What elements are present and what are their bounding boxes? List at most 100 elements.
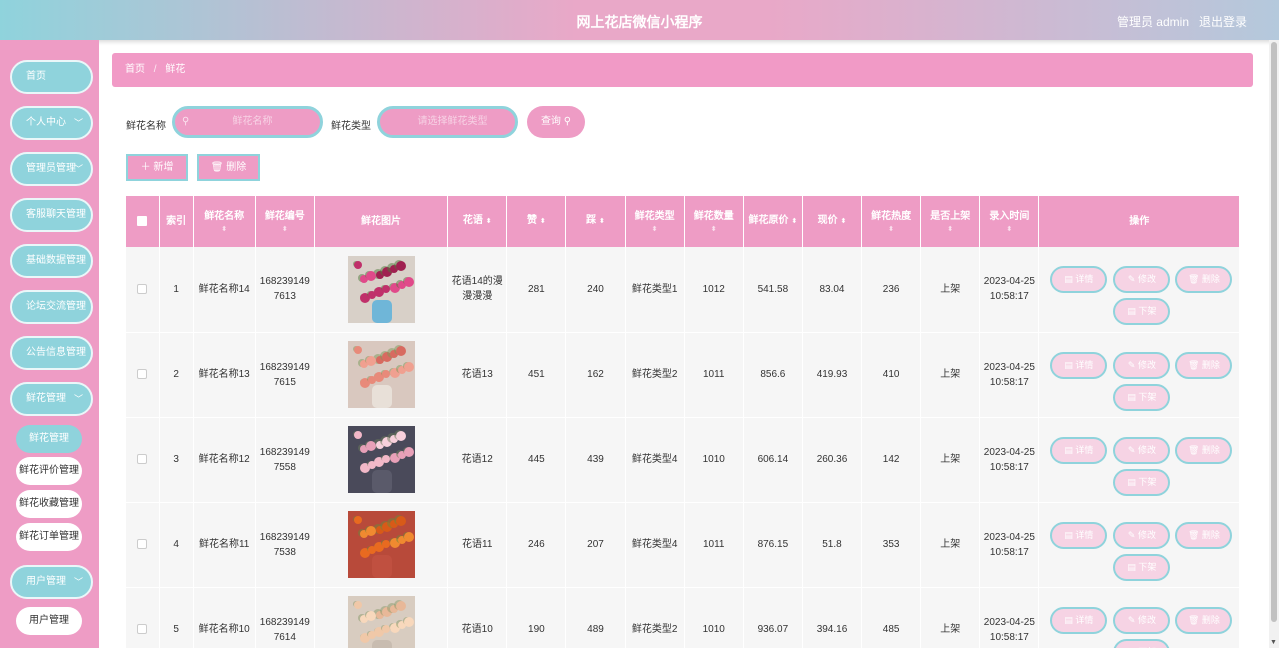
- sidebar-item-flowers[interactable]: 鲜花管理 ﹀: [10, 382, 93, 416]
- select-all-checkbox[interactable]: [137, 215, 148, 226]
- header-heat[interactable]: 鲜花热度 ⬍: [861, 196, 922, 247]
- sidebar-item-notice[interactable]: 公告信息管理: [10, 336, 93, 370]
- sidebar-item-basic-data[interactable]: 基础数据管理: [10, 244, 93, 278]
- cell-name: 鲜花名称12: [193, 417, 256, 503]
- flower-type-select[interactable]: 请选择鲜花类型: [377, 106, 518, 138]
- sidebar-sub-flower-order[interactable]: 鲜花订单管理: [16, 523, 82, 551]
- cell-qty: 1011: [684, 332, 744, 418]
- delete-button[interactable]: 🗑 删除: [197, 154, 260, 181]
- edit-button[interactable]: ✎ 修改: [1113, 351, 1171, 379]
- cell-code: 1682391497613: [255, 247, 315, 333]
- breadcrumb-home[interactable]: 首页: [125, 64, 145, 75]
- row-delete-button[interactable]: 🗑 删除: [1175, 606, 1233, 634]
- search-button[interactable]: 查询 ⚲: [527, 106, 585, 138]
- header-price[interactable]: 现价 ⬍: [802, 196, 863, 247]
- cell-heat: 485: [861, 587, 922, 648]
- cell-code: 1682391497614: [255, 587, 315, 648]
- sidebar-item-forum[interactable]: 论坛交流管理: [10, 290, 93, 324]
- cell-name: 鲜花名称11: [193, 502, 256, 588]
- cell-time: 2023-04-25 10:58:17: [979, 502, 1040, 588]
- sort-icon[interactable]: ⬍: [258, 226, 312, 234]
- detail-button[interactable]: ▤ 详情: [1050, 606, 1108, 634]
- sidebar-item-chat[interactable]: 客服聊天管理: [10, 198, 93, 232]
- offshelf-button[interactable]: ▤ 下架: [1113, 553, 1171, 581]
- sidebar-sub-flower-review[interactable]: 鲜花评价管理: [16, 457, 82, 485]
- sort-icon[interactable]: ⬍: [540, 218, 546, 225]
- flower-photo[interactable]: [347, 511, 415, 578]
- offshelf-button[interactable]: ▤ 下架: [1113, 298, 1171, 326]
- sort-icon[interactable]: ⬍: [628, 226, 682, 234]
- row-checkbox[interactable]: [137, 539, 148, 550]
- flower-name-input[interactable]: ⚲ 鲜花名称: [172, 106, 323, 138]
- detail-button[interactable]: ▤ 详情: [1050, 436, 1108, 464]
- sort-icon[interactable]: ⬍: [982, 226, 1036, 234]
- row-delete-button[interactable]: 🗑 删除: [1175, 351, 1233, 379]
- cell-name: 鲜花名称10: [193, 587, 256, 648]
- header-like[interactable]: 赞 ⬍: [506, 196, 567, 247]
- flower-photo[interactable]: [347, 596, 415, 648]
- sidebar-item-profile[interactable]: 个人中心 ﹀: [10, 106, 93, 140]
- detail-button[interactable]: ▤ 详情: [1050, 266, 1108, 294]
- document-icon: ▤: [1064, 444, 1073, 455]
- flower-photo[interactable]: [347, 341, 415, 408]
- offshelf-button[interactable]: ▤ 下架: [1113, 638, 1171, 648]
- sort-icon[interactable]: ⬍: [486, 218, 492, 225]
- header-dislike[interactable]: 踩 ⬍: [565, 196, 626, 247]
- row-checkbox[interactable]: [137, 284, 148, 295]
- edit-button[interactable]: ✎ 修改: [1113, 436, 1171, 464]
- header-qty[interactable]: 鲜花数量 ⬍: [684, 196, 744, 247]
- row-select-cell: [126, 417, 160, 503]
- edit-button[interactable]: ✎ 修改: [1113, 521, 1171, 549]
- header-name[interactable]: 鲜花名称 ⬍: [193, 196, 256, 247]
- detail-button[interactable]: ▤ 详情: [1050, 351, 1108, 379]
- cell-like: 190: [506, 587, 567, 648]
- edit-button[interactable]: ✎ 修改: [1113, 266, 1171, 294]
- sort-icon[interactable]: ⬍: [687, 226, 741, 234]
- header-code[interactable]: 鲜花编号 ⬍: [255, 196, 315, 247]
- row-delete-button[interactable]: 🗑 删除: [1175, 436, 1233, 464]
- table-row: 1 鲜花名称14 1682391497613 花语14的漫漫漫漫 281 240…: [126, 247, 1240, 333]
- row-delete-button[interactable]: 🗑 删除: [1175, 266, 1233, 294]
- scrollbar-thumb[interactable]: [1271, 42, 1277, 622]
- cell-orig-price: 936.07: [743, 587, 803, 648]
- scroll-down-arrow-icon[interactable]: ▼: [1270, 639, 1277, 646]
- sidebar-sub-flower-favorite[interactable]: 鲜花收藏管理: [16, 490, 82, 518]
- logout-link[interactable]: 退出登录: [1199, 13, 1247, 30]
- header-ops: 操作: [1038, 196, 1240, 247]
- row-checkbox[interactable]: [137, 454, 148, 465]
- header-time[interactable]: 录入时间 ⬍: [979, 196, 1040, 247]
- sidebar-item-admin[interactable]: 管理员管理 ﹀: [10, 152, 93, 186]
- row-checkbox[interactable]: [137, 624, 148, 635]
- sort-icon[interactable]: ⬍: [864, 226, 918, 234]
- add-button[interactable]: ＋ 新增: [126, 154, 188, 181]
- sort-icon[interactable]: ⬍: [840, 218, 846, 225]
- page-scrollbar[interactable]: ▼: [1269, 40, 1279, 648]
- sort-icon[interactable]: ⬍: [599, 218, 605, 225]
- sidebar-item-home[interactable]: 首页: [10, 60, 93, 94]
- offshelf-button[interactable]: ▤ 下架: [1113, 383, 1171, 411]
- header-type[interactable]: 鲜花类型 ⬍: [625, 196, 685, 247]
- sort-icon[interactable]: ⬍: [196, 226, 253, 234]
- row-checkbox[interactable]: [137, 369, 148, 380]
- document-icon: ▤: [1064, 359, 1073, 370]
- sort-icon[interactable]: ⬍: [923, 226, 977, 234]
- detail-button[interactable]: ▤ 详情: [1050, 521, 1108, 549]
- header-huayu[interactable]: 花语 ⬍: [447, 196, 508, 247]
- row-delete-button[interactable]: 🗑 删除: [1175, 521, 1233, 549]
- sidebar-sub-flower-manage[interactable]: 鲜花管理: [16, 425, 82, 453]
- edit-button[interactable]: ✎ 修改: [1113, 606, 1171, 634]
- header-index[interactable]: 索引: [159, 196, 194, 247]
- sort-icon[interactable]: ⬍: [791, 218, 797, 225]
- sidebar-item-users[interactable]: 用户管理 ﹀: [10, 565, 93, 599]
- sidebar-sub-user-manage[interactable]: 用户管理: [16, 607, 82, 635]
- header-onshelf[interactable]: 是否上架 ⬍: [920, 196, 981, 247]
- table-header-row: 索引 鲜花名称 ⬍ 鲜花编号 ⬍ 鲜花图片 花语 ⬍ 赞 ⬍ 踩 ⬍ 鲜花类型 ⬍ 鲜…: [126, 196, 1240, 247]
- offshelf-button[interactable]: ▤ 下架: [1113, 468, 1171, 496]
- flower-photo[interactable]: [347, 426, 415, 493]
- flower-photo[interactable]: [347, 255, 415, 323]
- cell-type: 鲜花类型1: [625, 247, 685, 333]
- chevron-down-icon: ﹀: [73, 164, 83, 174]
- flower-table: 索引 鲜花名称 ⬍ 鲜花编号 ⬍ 鲜花图片 花语 ⬍ 赞 ⬍ 踩 ⬍ 鲜花类型 ⬍ 鲜…: [126, 196, 1240, 648]
- header-orig-price[interactable]: 鲜花原价 ⬍: [743, 196, 803, 247]
- chevron-down-icon: ﹀: [73, 394, 83, 404]
